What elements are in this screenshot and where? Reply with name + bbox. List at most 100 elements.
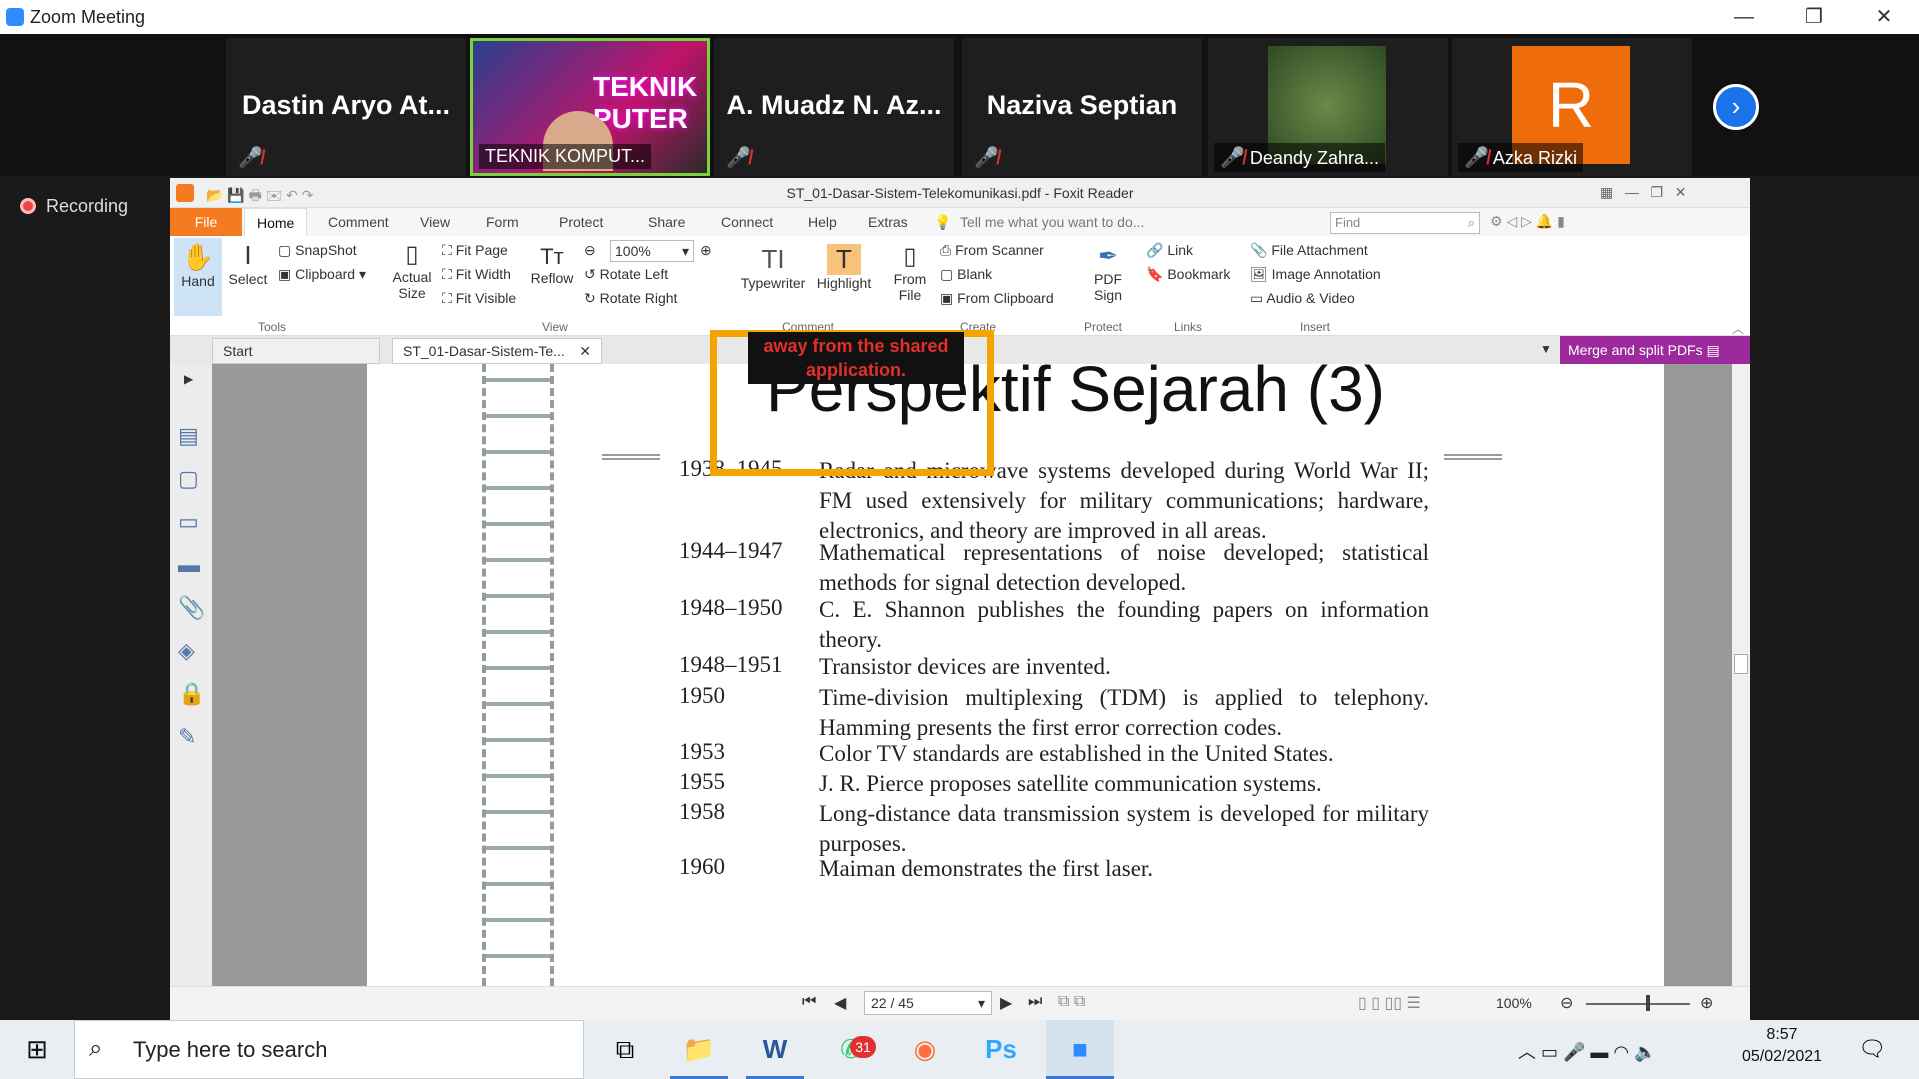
task-view-icon[interactable]: ⧉ [596,1020,654,1079]
prev-page-icon[interactable]: ◀ [834,993,846,1013]
file-attachment-button[interactable]: 📎 File Attachment [1250,242,1368,259]
zoom-slider[interactable] [1586,1003,1690,1005]
close-button[interactable]: ✕ [1849,0,1919,34]
zoom-out-icon[interactable]: ⊖ [584,242,596,259]
tab-help[interactable]: Help [796,208,849,236]
actual-size-button[interactable]: ▯ Actual Size [392,240,432,301]
notifications-icon[interactable]: 🗨 [1858,1036,1886,1062]
photoshop-icon[interactable]: Ps [972,1020,1030,1079]
typewriter-button[interactable]: TI Typewriter [738,244,808,291]
next-page-icon[interactable]: ▶ [1000,993,1012,1013]
fit-visible-button[interactable]: ⛶ Fit Visible [442,290,516,307]
layout-icons[interactable]: ▯ ▯ ▯▯ ☰ [1358,993,1421,1013]
chevron-right-icon[interactable]: › [1713,84,1759,130]
hand-icon: ✋ [181,242,215,272]
participant-tile-active[interactable]: TEKNIK PUTER TEKNIK KOMPUT... [470,38,710,176]
select-tool-button[interactable]: I Select [226,240,270,287]
zoom-in-icon[interactable]: ⊕ [700,242,712,259]
fit-width-button[interactable]: ⛶ Fit Width [442,266,511,283]
system-tray-icons[interactable]: ︿ ▭ 🎤 ▬ ◠ 🔈 [1518,1038,1657,1064]
foxit-window: 📂 💾 🖶 ✉ ↶ ↷ ST_01-Dasar-Sistem-Telekomun… [170,178,1750,1020]
windows-taskbar: ⊞ ⌕ Type here to search ⧉ 📁 W ✆31 ◉ Ps ■… [0,1020,1919,1079]
expand-sidebar-icon[interactable]: ▶ [184,372,193,386]
participant-tile[interactable]: 🎤̸ Deandy Zahra... [1208,38,1448,176]
toolbar-right-icons[interactable]: ⚙ ◁ ▷ 🔔 ▮ [1490,213,1565,230]
clock[interactable]: 8:57 05/02/2021 [1740,1026,1824,1066]
tab-list-dropdown[interactable]: ▼ [1540,342,1552,356]
divider [602,454,660,460]
close-icon[interactable]: ✕ [579,343,591,360]
pdf-sign-button[interactable]: ✒ PDF Sign [1088,242,1128,303]
taskbar-search-input[interactable]: ⌕ Type here to search [74,1020,584,1079]
tab-connect[interactable]: Connect [709,208,785,236]
highlight-button[interactable]: T Highlight [814,244,874,291]
from-clipboard-button[interactable]: ▣ From Clipboard [940,290,1054,307]
participant-tile[interactable]: Dastin Aryo At... 🎤̸ [226,38,466,176]
whatsapp-icon[interactable]: ✆31 [822,1020,880,1079]
rotate-right-button[interactable]: ↻ Rotate Right [584,290,677,307]
divider [1444,454,1502,460]
recording-indicator: Recording [20,196,128,217]
tell-me-input[interactable]: Tell me what you want to do... [960,214,1144,230]
window-title: Zoom Meeting [30,7,146,27]
sidebar-icons[interactable]: ▤ ▢ ▭ ▬ 📎 ◈ 🔒 ✎ [178,414,205,758]
slide-title: Perspektif Sejarah (3) [766,364,1385,425]
snapshot-button[interactable]: ▢ SnapShot [278,242,357,259]
word-icon[interactable]: W [746,1020,804,1079]
last-page-icon[interactable]: ⏭ [1028,993,1042,1011]
participant-tile[interactable]: R 🎤̸ Azka Rizki [1452,38,1692,176]
tab-form[interactable]: Form [474,208,531,236]
collapse-ribbon-icon[interactable]: ︿ [1732,320,1744,337]
zoom-out-icon[interactable]: ⊖ [1560,993,1573,1013]
first-page-icon[interactable]: ⏮ [802,993,816,1011]
participant-tile[interactable]: A. Muadz N. Az... 🎤̸ [714,38,954,176]
scroll-thumb[interactable] [1734,654,1748,674]
firefox-icon[interactable]: ◉ [896,1020,954,1079]
mic-muted-icon: 🎤̸ [974,147,999,169]
group-label: Tools [258,320,287,334]
vertical-scrollbar[interactable] [1732,364,1750,986]
find-input[interactable]: Find ⌕ [1330,212,1480,234]
tab-start[interactable]: Start [212,338,380,364]
tab-protect[interactable]: Protect [547,208,615,236]
mic-muted-icon: 🎤̸ [1220,147,1245,169]
reflow-button[interactable]: Tт Reflow [530,244,574,286]
window-titlebar: Zoom Meeting — ❐ ✕ [0,0,1919,34]
zoom-slider-handle[interactable] [1646,995,1650,1011]
tab-view[interactable]: View [408,208,462,236]
share-notice: away from the shared application. [748,332,964,384]
bookmark-button[interactable]: 🔖 Bookmark [1146,266,1230,283]
zoom-taskbar-icon[interactable]: ■ [1046,1020,1114,1079]
zoom-select[interactable]: 100% ▾ [610,240,694,262]
mic-muted-icon: 🎤̸ [1464,147,1489,169]
zoom-level[interactable]: 100% [1496,995,1532,1011]
page-number-input[interactable]: 22 / 45 ▾ [864,991,992,1015]
blank-button[interactable]: ▢ Blank [940,266,992,283]
link-button[interactable]: 🔗 Link [1146,242,1193,259]
minimize-button[interactable]: — [1709,0,1779,34]
participant-tile[interactable]: Naziva Septian 🎤̸ [962,38,1202,176]
view-mode-icons[interactable]: ⧉ ⧉ [1058,993,1085,1011]
windows-start-icon[interactable]: ⊞ [8,1020,66,1079]
merge-split-banner[interactable]: Merge and split PDFs ▤ [1560,336,1750,364]
tab-home[interactable]: Home [244,208,308,236]
tab-document[interactable]: ST_01-Dasar-Sistem-Te... ✕ [392,338,602,364]
from-file-button[interactable]: ▯ From File [890,242,930,303]
audio-video-button[interactable]: ▭ Audio & Video [1250,290,1355,307]
status-bar: ⏮ ◀ 22 / 45 ▾ ▶ ⏭ ⧉ ⧉ ▯ ▯ ▯▯ ☰ 100% ⊖ ⊕ [170,986,1750,1020]
hand-tool-button[interactable]: ✋ Hand [174,238,222,316]
window-controls[interactable]: ▦ — ❐ ✕ [1600,184,1687,201]
maximize-button[interactable]: ❐ [1779,0,1849,34]
rotate-left-button[interactable]: ↺ Rotate Left [584,266,668,283]
file-explorer-icon[interactable]: 📁 [670,1020,728,1079]
image-annotation-button[interactable]: 🖼 Image Annotation [1250,266,1381,283]
pen-icon: ✒ [1097,243,1119,270]
tab-file[interactable]: File [170,208,242,236]
clipboard-button[interactable]: ▣ Clipboard ▾ [278,266,366,283]
fit-page-button[interactable]: ⛶ Fit Page [442,242,508,259]
zoom-in-icon[interactable]: ⊕ [1700,993,1713,1013]
tab-share[interactable]: Share [636,208,697,236]
tab-extras[interactable]: Extras [856,208,920,236]
from-scanner-button[interactable]: ⎙ From Scanner [940,242,1044,259]
tab-comment[interactable]: Comment [316,208,401,236]
